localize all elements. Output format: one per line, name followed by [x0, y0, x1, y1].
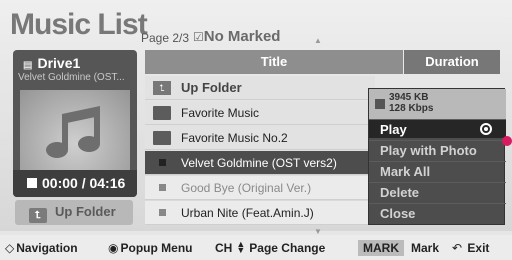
table-row-folder[interactable]: Favorite Music	[145, 101, 375, 125]
help-mark: MARK Mark	[358, 240, 440, 256]
folder-icon	[153, 106, 171, 120]
row-label: Favorite Music No.2	[181, 131, 288, 145]
file-size: 3945 KB	[389, 92, 429, 103]
file-info-icon	[375, 99, 385, 109]
now-playing-card: ▤ Drive1 Velvet Goldmine (OST... 00:00 / …	[13, 50, 137, 197]
help-popup-menu-label: Popup Menu	[120, 241, 193, 255]
popup-menu: 3945 KB 128 Kbps Play Play with Photo Mar…	[368, 88, 506, 225]
help-mark-label: Mark	[411, 241, 440, 255]
menu-item-label: Play with Photo	[380, 143, 477, 158]
file-icon	[159, 209, 166, 216]
column-header-title: Title	[145, 50, 403, 74]
menu-item-close[interactable]: Close	[369, 203, 506, 222]
help-page-change: CH ▲ ▼ Page Change	[215, 239, 326, 256]
help-bar: ◇ Navigation ◉ Popup Menu CH ▲ ▼ Page Change …	[0, 235, 512, 260]
music-note-icon	[46, 106, 100, 158]
file-info-text: 3945 KB 128 Kbps	[389, 92, 433, 114]
up-folder-button[interactable]: ⮤ Up Folder	[15, 200, 133, 225]
drive-icon: ▤	[23, 60, 33, 71]
up-folder-icon: ⮤	[153, 81, 171, 95]
ch-arrows-icon: ▲ ▼	[236, 239, 246, 255]
row-label: Up Folder	[181, 80, 242, 95]
page-title: Music List	[10, 8, 148, 41]
help-popup-menu: ◉ Popup Menu	[108, 241, 192, 255]
bitrate: 128 Kbps	[389, 103, 434, 114]
table-header: Title Duration	[145, 50, 500, 74]
folder-icon	[153, 131, 171, 145]
menu-item-label: Play	[380, 122, 407, 137]
playback-time: 00:00 / 04:16	[13, 170, 137, 197]
table-row[interactable]: Urban Nite (Feat.Amin.J)	[145, 201, 375, 225]
file-icon	[159, 184, 166, 191]
table-row[interactable]: Good Bye (Original Ver.)	[145, 176, 375, 200]
menu-item-label: Delete	[380, 185, 420, 200]
marked-info: ☑No Marked	[193, 28, 280, 45]
now-playing-title: Velvet Goldmine (OST...	[18, 72, 125, 83]
pointer-cursor	[502, 136, 512, 146]
drive-name-label: Drive1	[37, 55, 81, 71]
radio-selected-icon	[480, 123, 492, 135]
table-row-up-folder[interactable]: ⮤ Up Folder	[145, 76, 375, 100]
mark-key-label: MARK	[358, 240, 404, 256]
ok-button-icon: ◉	[108, 241, 119, 255]
help-navigation: ◇ Navigation	[5, 241, 78, 255]
menu-item-label: Mark All	[380, 164, 431, 179]
checkbox-icon: ☑	[193, 30, 204, 44]
ch-key-label: CH	[215, 241, 233, 255]
stop-icon	[27, 178, 37, 188]
row-label: Good Bye (Original Ver.)	[181, 181, 312, 195]
table-row-folder[interactable]: Favorite Music No.2	[145, 126, 375, 150]
row-label: Urban Nite (Feat.Amin.J)	[181, 206, 314, 220]
table-row-selected[interactable]: Velvet Goldmine (OST vers2)	[145, 151, 375, 175]
file-info: 3945 KB 128 Kbps	[369, 89, 506, 119]
help-page-change-label: Page Change	[249, 241, 326, 255]
menu-item-label: Close	[380, 206, 416, 221]
music-list-panel: Music List Page 2/3 ☑No Marked ▲ ▤ Drive1…	[0, 0, 512, 236]
navigation-arrows-icon: ◇	[5, 241, 15, 255]
help-exit: ↶ Exit	[452, 241, 489, 255]
menu-item-mark-all[interactable]: Mark All	[369, 161, 506, 180]
drive-name: ▤ Drive1	[23, 55, 80, 71]
menu-item-play[interactable]: Play	[369, 119, 506, 138]
exit-icon: ↶	[452, 241, 463, 255]
scroll-up-icon[interactable]: ▲	[314, 36, 322, 45]
column-header-duration: Duration	[404, 50, 500, 74]
up-folder-button-label: Up Folder	[55, 204, 116, 219]
row-label: Velvet Goldmine (OST vers2)	[181, 156, 337, 170]
help-navigation-label: Navigation	[16, 241, 78, 255]
help-exit-label: Exit	[467, 241, 490, 255]
menu-item-play-with-photo[interactable]: Play with Photo	[369, 140, 506, 159]
marked-info-text: No Marked	[203, 28, 281, 45]
playback-time-label: 00:00 / 04:16	[42, 175, 126, 191]
menu-item-delete[interactable]: Delete	[369, 182, 506, 201]
up-folder-icon: ⮤	[29, 208, 47, 223]
file-icon	[159, 159, 166, 166]
row-label: Favorite Music	[181, 106, 260, 120]
page-info: Page 2/3	[141, 31, 190, 45]
